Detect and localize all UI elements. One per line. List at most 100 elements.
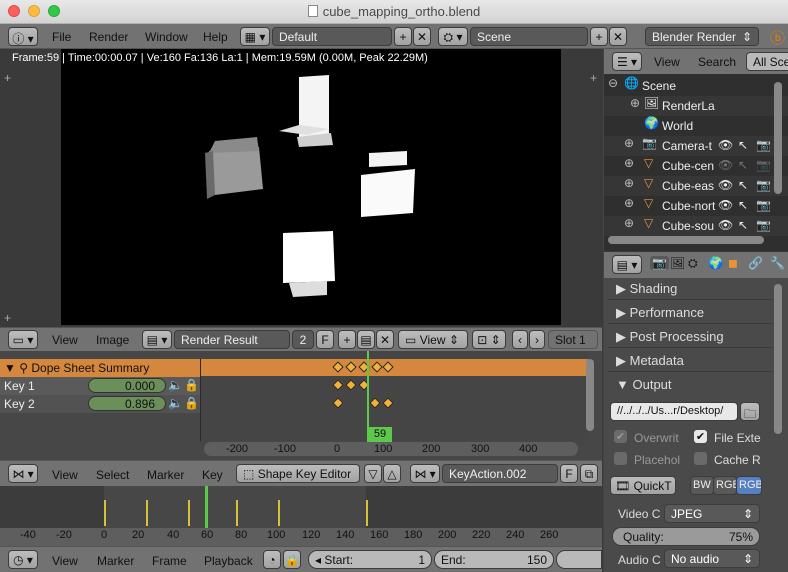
render-tab-icon[interactable]: 📷 xyxy=(650,256,669,270)
menu-view[interactable]: View xyxy=(52,468,78,482)
horizontal-scrollbar[interactable] xyxy=(608,236,764,244)
menu-file[interactable]: File xyxy=(52,30,71,44)
new-image-button[interactable]: + xyxy=(338,330,356,349)
current-frame-field[interactable] xyxy=(556,550,602,569)
expand-icon[interactable]: ⊕ xyxy=(624,136,634,150)
menu-select[interactable]: Select xyxy=(96,468,129,482)
menu-view[interactable]: View xyxy=(52,333,78,347)
browse-output-button[interactable]: 🗀 xyxy=(740,402,760,421)
record-toggle[interactable]: ◔ xyxy=(263,550,281,569)
screen-layout-browse[interactable]: ▦ ▾ xyxy=(240,27,270,46)
editor-type-button[interactable]: ⋈ ▾ xyxy=(8,464,38,483)
image-browse[interactable]: ▤ ▾ xyxy=(142,330,172,349)
display-channels-dropdown[interactable]: ⊡ ⇕ xyxy=(472,330,506,349)
eye-icon[interactable]: 👁 xyxy=(718,218,733,232)
editor-type-button[interactable]: ▤ ▾ xyxy=(612,255,642,274)
outliner-item-cube-south[interactable]: ⊕ ▽ Cube-sou 👁 ↖ 📷 xyxy=(604,216,788,236)
action-browse[interactable]: ⋈ ▾ xyxy=(410,464,440,483)
outliner-item-cube-east[interactable]: ⊕ ▽ Cube-eas 👁 ↖ 📷 xyxy=(604,176,788,196)
overwrite-checkbox[interactable]: ✔ xyxy=(614,430,627,443)
panel-post-processing[interactable]: ▶ Post Processing xyxy=(608,326,773,348)
eye-icon[interactable]: 👁 xyxy=(718,158,733,172)
vertical-scrollbar[interactable] xyxy=(774,284,782,434)
scene-tab-icon[interactable]: ⛭ xyxy=(688,256,698,271)
outliner-item-renderlayers[interactable]: ⊕ 🖼 RenderLa xyxy=(604,96,788,116)
cursor-icon[interactable]: ↖ xyxy=(738,218,748,232)
outliner-item-world[interactable]: 🌍 World xyxy=(604,116,788,136)
outliner-item-scene[interactable]: ⊖ 🌐 Scene xyxy=(604,76,788,96)
cursor-icon[interactable]: ↖ xyxy=(738,198,748,212)
cursor-icon[interactable]: ↖ xyxy=(738,158,748,172)
outliner-item-cube-center[interactable]: ⊕ ▽ Cube-cen 👁 ↖ 📷 xyxy=(604,156,788,176)
eye-icon[interactable]: 👁 xyxy=(718,178,733,192)
panel-performance[interactable]: ▶ Performance xyxy=(608,302,773,324)
expand-icon[interactable]: ⊕ xyxy=(624,216,634,230)
open-image-button[interactable]: ▤ xyxy=(357,330,375,349)
dope-summary-channel[interactable]: ▼ ⚲ Dope Sheet Summary xyxy=(0,359,200,377)
editor-type-button[interactable]: ▭ ▾ xyxy=(8,330,38,349)
world-tab-icon[interactable]: 🌍 xyxy=(708,256,723,270)
unlink-image-button[interactable]: ✕ xyxy=(376,330,394,349)
menu-playback[interactable]: Playback xyxy=(204,554,253,568)
editor-type-button[interactable]: ◷ ▾ xyxy=(8,550,38,569)
current-frame-indicator[interactable]: 59 xyxy=(368,427,392,442)
eye-icon[interactable]: 👁 xyxy=(718,138,733,152)
panel-metadata[interactable]: ▶ Metadata xyxy=(608,350,773,372)
outliner-tree[interactable]: ⊖ 🌐 Scene ⊕ 🖼 RenderLa 🌍 World ⊕ 📷 Camera-t 👁 ↖ 📷 … xyxy=(603,74,788,251)
color-mode-bw[interactable]: BW xyxy=(690,476,714,495)
prev-slot-button[interactable]: ‹ xyxy=(512,330,528,349)
file-format-dropdown[interactable]: 🎞 QuickT xyxy=(610,476,676,495)
area-split-plus-icon[interactable]: + xyxy=(590,71,597,85)
add-layout-button[interactable]: + xyxy=(394,27,412,46)
speaker-icon[interactable]: 🔈 xyxy=(168,378,183,392)
panel-output[interactable]: ▼ Output xyxy=(608,374,773,396)
properties-panel[interactable]: ▶ Shading ▶ Performance ▶ Post Processin… xyxy=(603,278,788,572)
fake-user-toggle[interactable]: F xyxy=(560,464,578,483)
image-users-count[interactable]: 2 xyxy=(292,330,314,349)
scene-field[interactable]: Scene xyxy=(470,27,588,46)
move-key-down-button[interactable]: ▽ xyxy=(364,464,382,483)
outliner-item-cube-north[interactable]: ⊕ ▽ Cube-nort 👁 ↖ 📷 xyxy=(604,196,788,216)
remove-scene-button[interactable]: ✕ xyxy=(609,27,627,46)
menu-render[interactable]: Render xyxy=(89,30,128,44)
outliner-item-camera[interactable]: ⊕ 📷 Camera-t 👁 ↖ 📷 xyxy=(604,136,788,156)
file-extensions-checkbox[interactable]: ✔ xyxy=(694,430,707,443)
current-frame-line[interactable] xyxy=(205,486,208,528)
key1-value-field[interactable]: 0.000 xyxy=(88,378,166,393)
expand-icon[interactable]: ⊕ xyxy=(624,176,634,190)
image-name-field[interactable]: Render Result xyxy=(174,330,290,349)
output-path-field[interactable]: //../../../Us...r/Desktop/ xyxy=(610,402,738,421)
vertical-scrollbar[interactable] xyxy=(774,82,782,194)
menu-image[interactable]: Image xyxy=(96,333,129,347)
cache-result-checkbox[interactable] xyxy=(694,452,707,465)
lock-range-toggle[interactable]: 🔒 xyxy=(283,550,301,569)
action-name-field[interactable]: KeyAction.002 xyxy=(442,464,558,483)
render-camera-icon[interactable]: 📷 xyxy=(756,158,771,172)
render-camera-icon[interactable]: 📷 xyxy=(756,218,771,232)
expand-icon[interactable]: ⊕ xyxy=(624,196,634,210)
timeline-area[interactable]: -40 -20 0 20 40 60 80 100 120 140 160 18… xyxy=(0,486,602,546)
render-engine-dropdown[interactable]: Blender Render ⇕ xyxy=(645,27,759,46)
collapse-icon[interactable]: ⊖ xyxy=(608,76,618,90)
screen-layout-field[interactable]: Default xyxy=(272,27,392,46)
start-frame-field[interactable]: ◂ Start: 1 xyxy=(308,550,432,569)
dope-mode-dropdown[interactable]: ⬚ Shape Key Editor xyxy=(236,464,360,483)
lock-icon[interactable]: 🔒 xyxy=(184,378,199,392)
move-key-up-button[interactable]: △ xyxy=(383,464,401,483)
menu-key[interactable]: Key xyxy=(202,468,223,482)
color-mode-rgba[interactable]: RGB xyxy=(736,476,762,495)
expand-icon[interactable]: ⊕ xyxy=(624,156,634,170)
render-camera-icon[interactable]: 📷 xyxy=(756,198,771,212)
panel-shading[interactable]: ▶ Shading xyxy=(608,278,773,300)
modifiers-tab-icon[interactable]: 🔧 xyxy=(770,256,785,270)
menu-view[interactable]: View xyxy=(52,554,78,568)
next-slot-button[interactable]: › xyxy=(529,330,545,349)
cursor-icon[interactable]: ↖ xyxy=(738,138,748,152)
menu-view[interactable]: View xyxy=(654,55,680,69)
area-split-plus-icon[interactable]: + xyxy=(4,311,11,325)
lock-icon[interactable]: 🔒 xyxy=(184,396,199,410)
editor-type-button[interactable]: ⓘ ▾ xyxy=(8,27,38,46)
remove-layout-button[interactable]: ✕ xyxy=(413,27,431,46)
menu-help[interactable]: Help xyxy=(203,30,228,44)
color-mode-rgb[interactable]: RGB xyxy=(713,476,737,495)
